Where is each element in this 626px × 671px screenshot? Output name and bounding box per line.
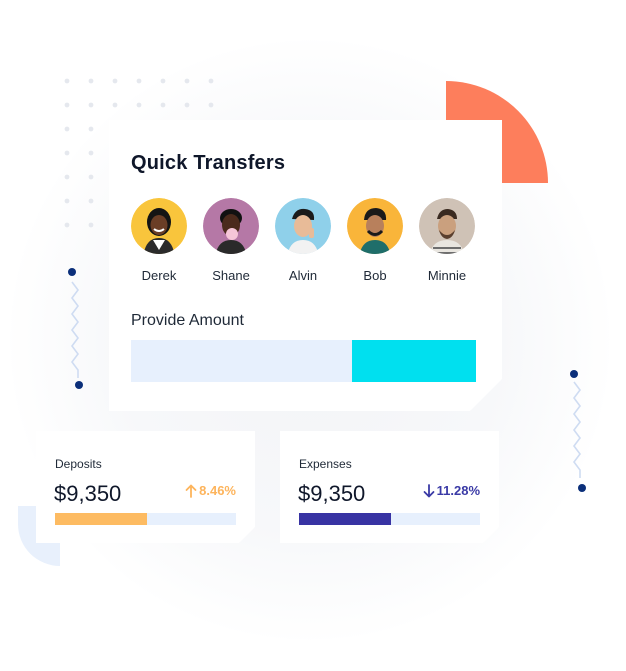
person-name: Bob [363, 268, 387, 283]
amount-slider[interactable] [131, 340, 476, 382]
people-list: Derek Shane Alvin Bob Minnie [131, 198, 475, 288]
avatar [275, 198, 331, 254]
expenses-change-value: 11.28% [436, 483, 480, 498]
person-avatar-icon [275, 198, 331, 254]
arrow-up-icon [185, 484, 197, 498]
expenses-value: $9,350 [298, 481, 366, 506]
avatar [347, 198, 403, 254]
deposits-change: 8.46% [185, 483, 236, 498]
left-squiggle-decoration [68, 268, 83, 389]
person-minnie[interactable]: Minnie [419, 198, 475, 283]
expenses-card: Expenses $9,350 11.28% [280, 431, 499, 543]
person-avatar-icon [419, 198, 475, 254]
person-derek[interactable]: Derek [131, 198, 187, 283]
deposits-card: Deposits $9,350 8.46% [36, 431, 255, 543]
avatar [419, 198, 475, 254]
person-name: Derek [141, 268, 177, 283]
arrow-down-icon [423, 483, 435, 497]
person-avatar-icon [203, 198, 259, 254]
avatar [131, 198, 187, 254]
person-name: Alvin [288, 268, 318, 283]
provide-amount-label: Provide Amount [131, 312, 244, 329]
deposits-change-value: 8.46% [199, 483, 236, 498]
card-title: Quick Transfers [131, 152, 286, 174]
deposits-label: Deposits [55, 457, 102, 471]
person-avatar-icon [131, 198, 187, 254]
quick-transfers-card: Quick Transfers Derek Shane Alvin Bob Mi… [109, 120, 502, 411]
deposits-progress-fill [55, 513, 148, 525]
expenses-change: 11.28% [423, 483, 480, 498]
person-name: Shane [212, 268, 250, 283]
person-avatar-icon [347, 198, 403, 254]
avatar [203, 198, 259, 254]
amount-slider-fill [351, 340, 476, 382]
expenses-label: Expenses [299, 457, 352, 471]
person-bob[interactable]: Bob [347, 198, 403, 283]
deposits-value: $9,350 [54, 481, 122, 506]
expenses-progress-bar [299, 513, 480, 525]
person-name: Minnie [427, 268, 467, 283]
expenses-progress-fill [299, 513, 392, 525]
person-shane[interactable]: Shane [203, 198, 259, 283]
deposits-progress-bar [55, 513, 236, 525]
person-alvin[interactable]: Alvin [275, 198, 331, 283]
right-squiggle-decoration [570, 370, 586, 492]
